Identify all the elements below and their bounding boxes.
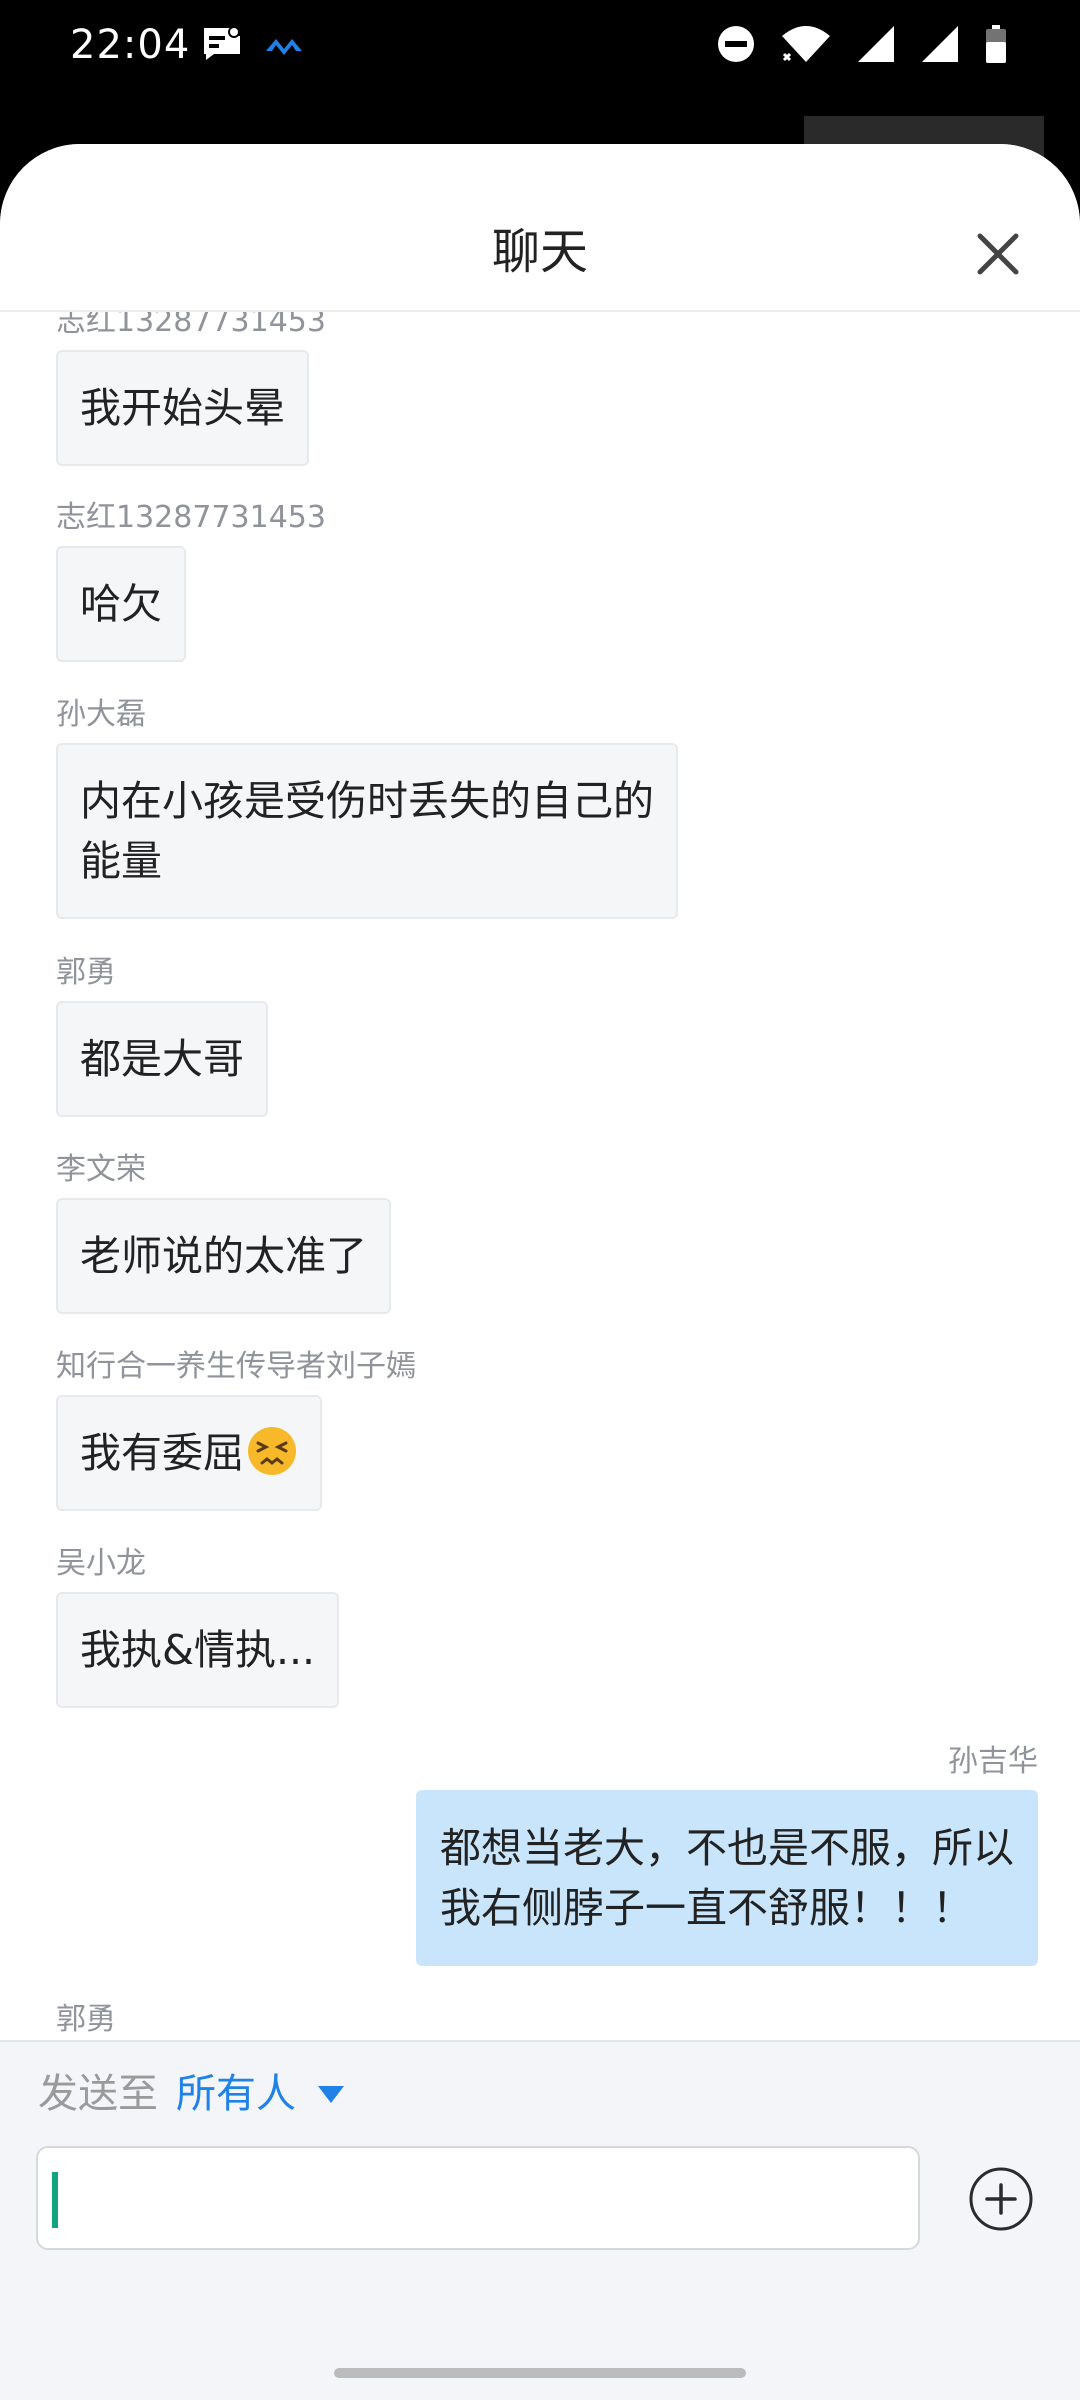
message-sender: 志红13287731453 (56, 500, 326, 535)
message-sender: 吴小龙 (56, 1546, 146, 1581)
send-to-target[interactable]: 所有人 (176, 2066, 296, 2122)
send-to-label: 发送至 (38, 2071, 158, 2117)
message-input[interactable] (36, 2146, 920, 2250)
text-cursor (52, 2172, 58, 2228)
message-text: 我有委屈 (80, 1429, 244, 1477)
chat-header: 聊天 (0, 144, 1080, 312)
message-sender: 郭勇 (56, 955, 116, 990)
list-item: 志红13287731453 哈欠 (56, 500, 326, 662)
list-item: 吴小龙 我执&情执... (56, 1546, 340, 1708)
signal-icon (858, 26, 894, 62)
message-bubble[interactable]: 都是大哥 (56, 1001, 268, 1117)
message-bubble[interactable]: 我开始头晕 (56, 350, 309, 466)
message-sender: 孙吉华 (948, 1744, 1038, 1779)
list-item: 孙吉华 都想当老大，不也是不服，所以 我右侧脖子一直不舒服！！！ (416, 1744, 1038, 1966)
page-title: 聊天 (491, 224, 588, 280)
message-alert-icon (204, 26, 240, 60)
chat-sheet: 聊天 志红13287731453 我开始头晕 志红13287731453 哈欠 … (0, 144, 1080, 2400)
do-not-disturb-icon (718, 26, 754, 62)
list-item: 孙大磊 内在小孩是受伤时丢失的自己的 能量 (56, 697, 678, 919)
close-icon[interactable] (972, 228, 1024, 280)
plus-circle-icon[interactable] (968, 2166, 1034, 2232)
message-sender: 郭勇 (56, 2002, 116, 2037)
signal-icon (922, 26, 958, 62)
caret-down-icon[interactable] (318, 2085, 344, 2103)
list-item: 志红13287731453 我开始头晕 (56, 312, 326, 466)
message-sender: 孙大磊 (56, 697, 146, 732)
home-indicator[interactable] (334, 2368, 746, 2378)
message-bubble[interactable]: 我有委屈 (56, 1395, 322, 1511)
status-time: 22:04 (70, 22, 191, 68)
message-bubble[interactable]: 内在小孩是受伤时丢失的自己的 能量 (56, 743, 678, 919)
list-item: 李文荣 老师说的太准了 (56, 1152, 391, 1314)
list-item: 知行合一养生传导者刘子嫣 我有委屈 (56, 1349, 416, 1511)
message-sender: 志红13287731453 (56, 312, 326, 339)
message-bubble-own[interactable]: 都想当老大，不也是不服，所以 我右侧脖子一直不舒服！！！ (416, 1790, 1038, 1966)
list-item: 郭勇 都是大哥 (56, 955, 268, 1117)
cloud-sync-icon (266, 39, 302, 55)
message-bubble[interactable]: 哈欠 (56, 546, 186, 662)
battery-icon (986, 25, 1006, 63)
message-bubble[interactable]: 我执&情执... (56, 1592, 340, 1708)
message-list[interactable]: 志红13287731453 我开始头晕 志红13287731453 哈欠 孙大磊… (0, 312, 1080, 2184)
status-bar: 22:04 (0, 0, 1080, 96)
send-to-selector[interactable]: 发送至 所有人 (38, 2066, 344, 2122)
composer-panel: 发送至 所有人 (0, 2040, 1080, 2400)
message-bubble[interactable]: 老师说的太准了 (56, 1198, 391, 1314)
wifi-icon (782, 26, 830, 62)
list-item: 郭勇 (56, 2002, 116, 2038)
message-sender: 知行合一养生传导者刘子嫣 (56, 1349, 416, 1384)
persevering-face-emoji-icon (248, 1427, 296, 1475)
message-sender: 李文荣 (56, 1152, 146, 1187)
